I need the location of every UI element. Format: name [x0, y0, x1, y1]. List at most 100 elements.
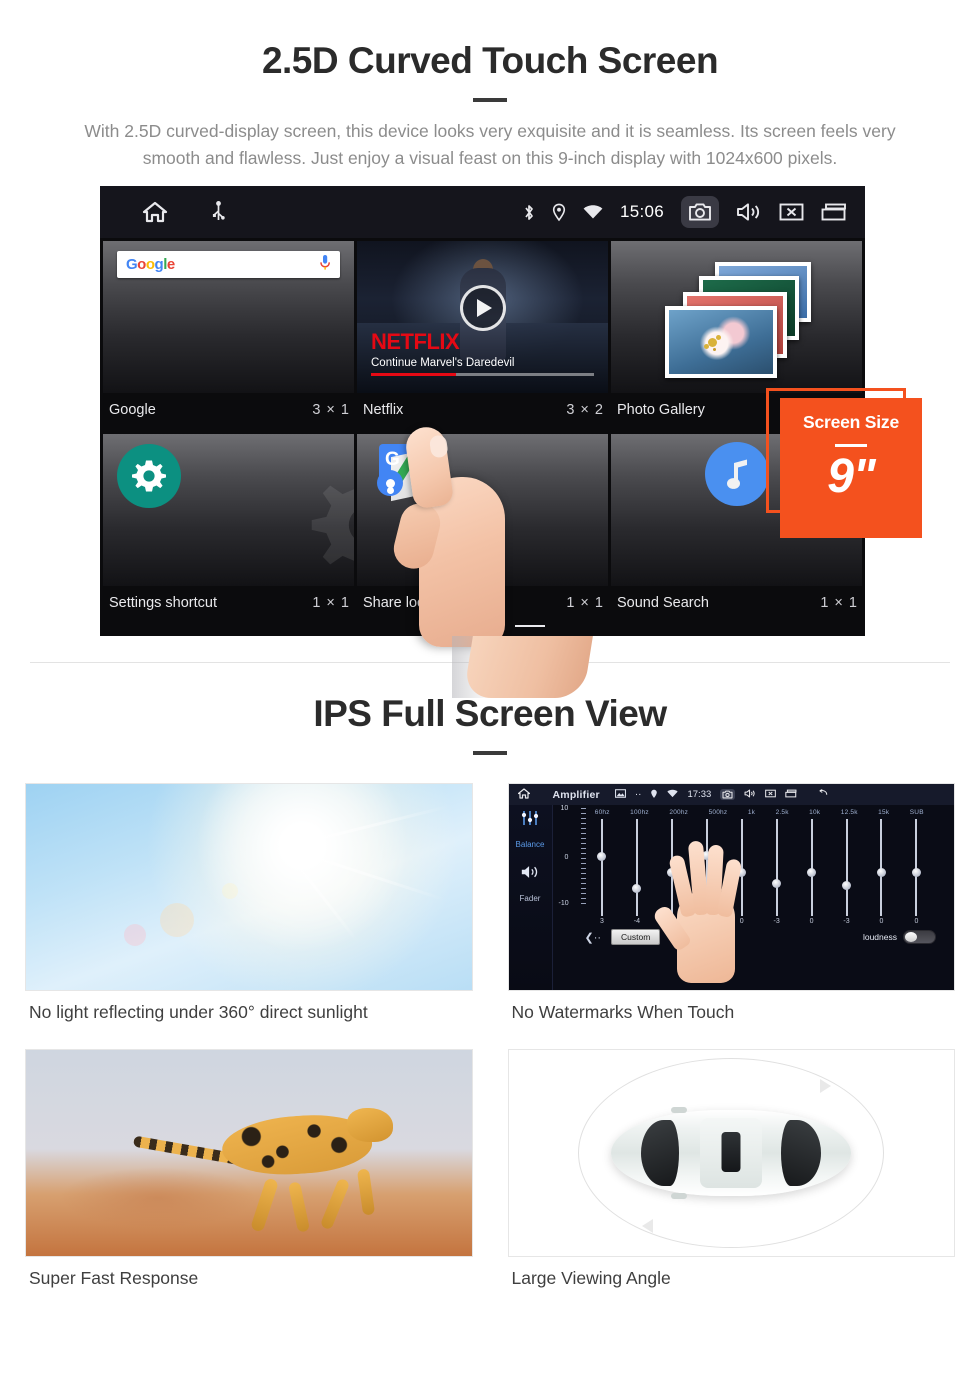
clock-time: 17:33 [687, 789, 712, 800]
location-pin-icon [552, 203, 566, 222]
widget-grid: Google Google 3 × 1 NETFLIX Continue Mar… [100, 238, 865, 624]
widget-card-share-location[interactable]: G Share location 1 × 1 [357, 434, 608, 624]
fader-label[interactable]: Fader [520, 894, 541, 903]
eq-slider-sub[interactable] [911, 819, 921, 916]
left-mirror [671, 1107, 688, 1113]
widget-card-settings-shortcut[interactable]: Settings shortcut 1 × 1 [103, 434, 354, 624]
speaker-icon[interactable] [520, 864, 540, 885]
amplifier-sidebar: Balance Fader [508, 805, 553, 990]
volume-icon[interactable] [736, 202, 762, 222]
home-icon[interactable] [517, 788, 530, 801]
widget-label-share-location: Share location 1 × 1 [357, 586, 608, 624]
amplifier-status-bar: Amplifier ·· 17:33 [508, 784, 954, 805]
bluetooth-icon [523, 203, 535, 222]
widget-size: 3 × 2 [566, 402, 604, 418]
page-dot-3-active[interactable] [514, 624, 545, 627]
close-box-icon[interactable] [779, 202, 804, 222]
preset-button[interactable]: Custom [611, 929, 661, 945]
widget-size: 1 × 1 [566, 595, 604, 611]
loudness-toggle[interactable] [903, 930, 936, 944]
equalizer-values: 3 -4 0 0 -3 0 -3 0 0 [559, 916, 949, 925]
widget-size: 3 × 1 [312, 402, 350, 418]
camera-icon[interactable] [720, 789, 736, 800]
prev-preset-icon[interactable]: ❮·· [585, 931, 602, 944]
eq-slider-100hz[interactable] [632, 819, 642, 916]
eq-slider-12.5k[interactable] [842, 819, 852, 916]
loudness-control[interactable]: loudness [863, 930, 936, 944]
forearm [463, 636, 593, 698]
eq-value: -3 [773, 918, 780, 925]
feature-card-fast-response: Super Fast Response [25, 1049, 473, 1305]
widget-preview-netflix: NETFLIX Continue Marvel's Daredevil [357, 241, 608, 393]
widget-preview-settings [103, 434, 354, 586]
badge-divider-rule [835, 444, 867, 447]
gallery-icon[interactable] [614, 789, 626, 800]
car-body [611, 1107, 852, 1199]
eq-value: -4 [633, 918, 641, 925]
widget-preview-google: Google [103, 241, 354, 393]
widget-name: Share location [363, 595, 456, 611]
equalizer-band-labels: 60hz 100hz 200hz 500hz 1k 2.5k 10k 12.5k… [559, 809, 949, 816]
widget-card-netflix[interactable]: NETFLIX Continue Marvel's Daredevil Netf… [357, 241, 608, 431]
microphone-icon[interactable] [319, 254, 331, 276]
back-icon[interactable] [814, 789, 828, 800]
wifi-icon [667, 789, 679, 800]
right-mirror [671, 1193, 688, 1199]
car-top-view-illustration [507, 1049, 955, 1257]
device-screenshot-wrapper: 15:06 Google Google 3 × 1 NETFLIX Contin… [0, 186, 980, 698]
band-label: 200hz [669, 809, 689, 816]
gear-watermark-icon [302, 460, 354, 586]
screen-size-label: Screen Size [802, 412, 900, 432]
sliders-icon[interactable] [520, 810, 540, 831]
page-indicator[interactable] [100, 624, 865, 627]
google-search-bar[interactable]: Google [117, 251, 340, 278]
usb-icon [212, 201, 225, 223]
band-label: 12.5k [840, 809, 858, 816]
band-label: 100hz [630, 809, 649, 816]
play-icon[interactable] [459, 284, 506, 331]
google-maps-icon[interactable]: G [377, 444, 441, 502]
feature-caption: Large Viewing Angle [511, 1268, 671, 1288]
widget-label-sound-search: Sound Search 1 × 1 [611, 586, 862, 624]
widget-card-google[interactable]: Google Google 3 × 1 [103, 241, 354, 431]
close-box-icon[interactable] [765, 789, 777, 800]
google-logo: Google [126, 256, 175, 273]
feature-caption: No light reflecting under 360° direct su… [29, 1002, 368, 1022]
amplifier-title: Amplifier [552, 788, 600, 801]
amplifier-footer: ❮·· Custom loudness [559, 925, 949, 945]
widget-preview-photo-gallery [611, 241, 862, 393]
widget-preview-share-location: G [357, 434, 608, 586]
eq-slider-15k[interactable] [876, 819, 886, 916]
balance-label[interactable]: Balance [516, 840, 545, 849]
windshield [641, 1120, 680, 1186]
widget-name: Photo Gallery [617, 402, 705, 418]
amplifier-screen: Amplifier ·· 17:33 Balance Fader 60hz 10… [508, 784, 955, 990]
eq-slider-10k[interactable] [807, 819, 817, 916]
page-title: 2.5D Curved Touch Screen [261, 40, 719, 81]
page-dot-1[interactable] [420, 624, 451, 627]
band-label: 1k [747, 809, 756, 816]
equalizer-panel: 60hz 100hz 200hz 500hz 1k 2.5k 10k 12.5k… [553, 805, 955, 990]
more-dots-icon[interactable]: ·· [635, 789, 642, 800]
widget-name: Sound Search [617, 595, 709, 611]
feature-card-sunlight: No light reflecting under 360° direct su… [25, 783, 473, 1039]
gear-icon[interactable] [117, 444, 181, 508]
widget-name: Netflix [363, 402, 404, 418]
widget-size: 1 × 1 [312, 595, 350, 611]
camera-icon[interactable] [681, 196, 719, 228]
page-dot-2[interactable] [467, 624, 498, 627]
status-bar: 15:06 [100, 186, 865, 238]
home-icon[interactable] [142, 201, 168, 223]
screen-size-value: 9" [827, 450, 875, 503]
volume-icon[interactable] [744, 789, 756, 800]
eq-slider-2.5k[interactable] [772, 819, 782, 916]
recent-apps-icon[interactable] [821, 202, 847, 222]
widget-name: Settings shortcut [109, 595, 217, 611]
photo-stack [657, 262, 827, 378]
eq-value: 3 [600, 918, 604, 925]
recent-apps-icon[interactable] [785, 789, 797, 800]
music-note-icon[interactable] [704, 442, 769, 506]
eq-slider-60hz[interactable] [597, 819, 607, 916]
widget-label-netflix: Netflix 3 × 2 [357, 393, 608, 431]
band-label: 2.5k [775, 809, 789, 816]
